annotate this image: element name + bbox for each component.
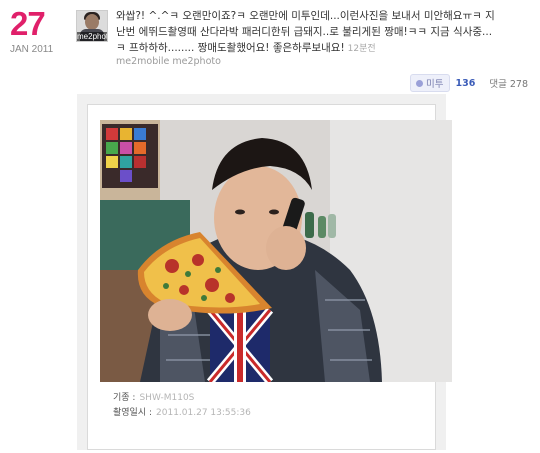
comment-link[interactable]: 댓글 278 — [489, 76, 528, 90]
post-date-day: 27 — [10, 5, 46, 42]
post-line-3-text: ㅋ 프하하하........ 짱매도촬했어요! 좋은하루보내요! — [116, 42, 345, 54]
post-actions: 미투 136 댓글 278 — [410, 74, 528, 92]
avatar-label: me2phot — [77, 32, 108, 41]
post-line-2: 난번 에뛰드촬영때 산다라박 패러디한뒤 급돼지..로 불리게된 짱매!ㅋㅋ 지… — [116, 26, 493, 38]
post-line-1: 와쌉?! ^.^ㅋ 오랜만이죠?ㅋ 오랜만에 미투인데...이런사진을 보내서 … — [116, 10, 495, 22]
photo-date-row: 촬영일시 :2011.01.27 13:55:36 — [113, 405, 251, 418]
metoo-icon — [416, 79, 424, 87]
shot-date-value: 2011.01.27 13:55:36 — [156, 408, 251, 418]
avatar-face — [85, 14, 99, 30]
metoo-label: 미투 — [426, 79, 444, 90]
post-date-month: JAN 2011 — [10, 44, 54, 55]
photo-device-row: 기종 : SHW-M110S — [113, 390, 194, 403]
photo-image — [100, 120, 452, 382]
metoo-count[interactable]: 136 — [456, 78, 476, 89]
post-line-3: ㅋ 프하하하........ 짱매도촬했어요! 좋은하루보내요! 12분전 — [116, 40, 526, 57]
mosaic-artwork — [102, 124, 158, 188]
shot-date-label: 촬영일시 : — [113, 408, 153, 418]
post-text: 와쌉?! ^.^ㅋ 오랜만이죠?ㅋ 오랜만에 미투인데...이런사진을 보내서 … — [116, 8, 526, 57]
avatar[interactable]: me2phot — [76, 10, 108, 42]
device-value: SHW-M110S — [139, 393, 195, 403]
metoo-button[interactable]: 미투 — [410, 74, 450, 92]
device-label: 기종 : — [113, 393, 136, 403]
post-source[interactable]: me2mobile me2photo — [116, 56, 221, 67]
post-timestamp[interactable]: 12분전 — [348, 44, 376, 54]
attached-photo[interactable] — [100, 120, 452, 382]
